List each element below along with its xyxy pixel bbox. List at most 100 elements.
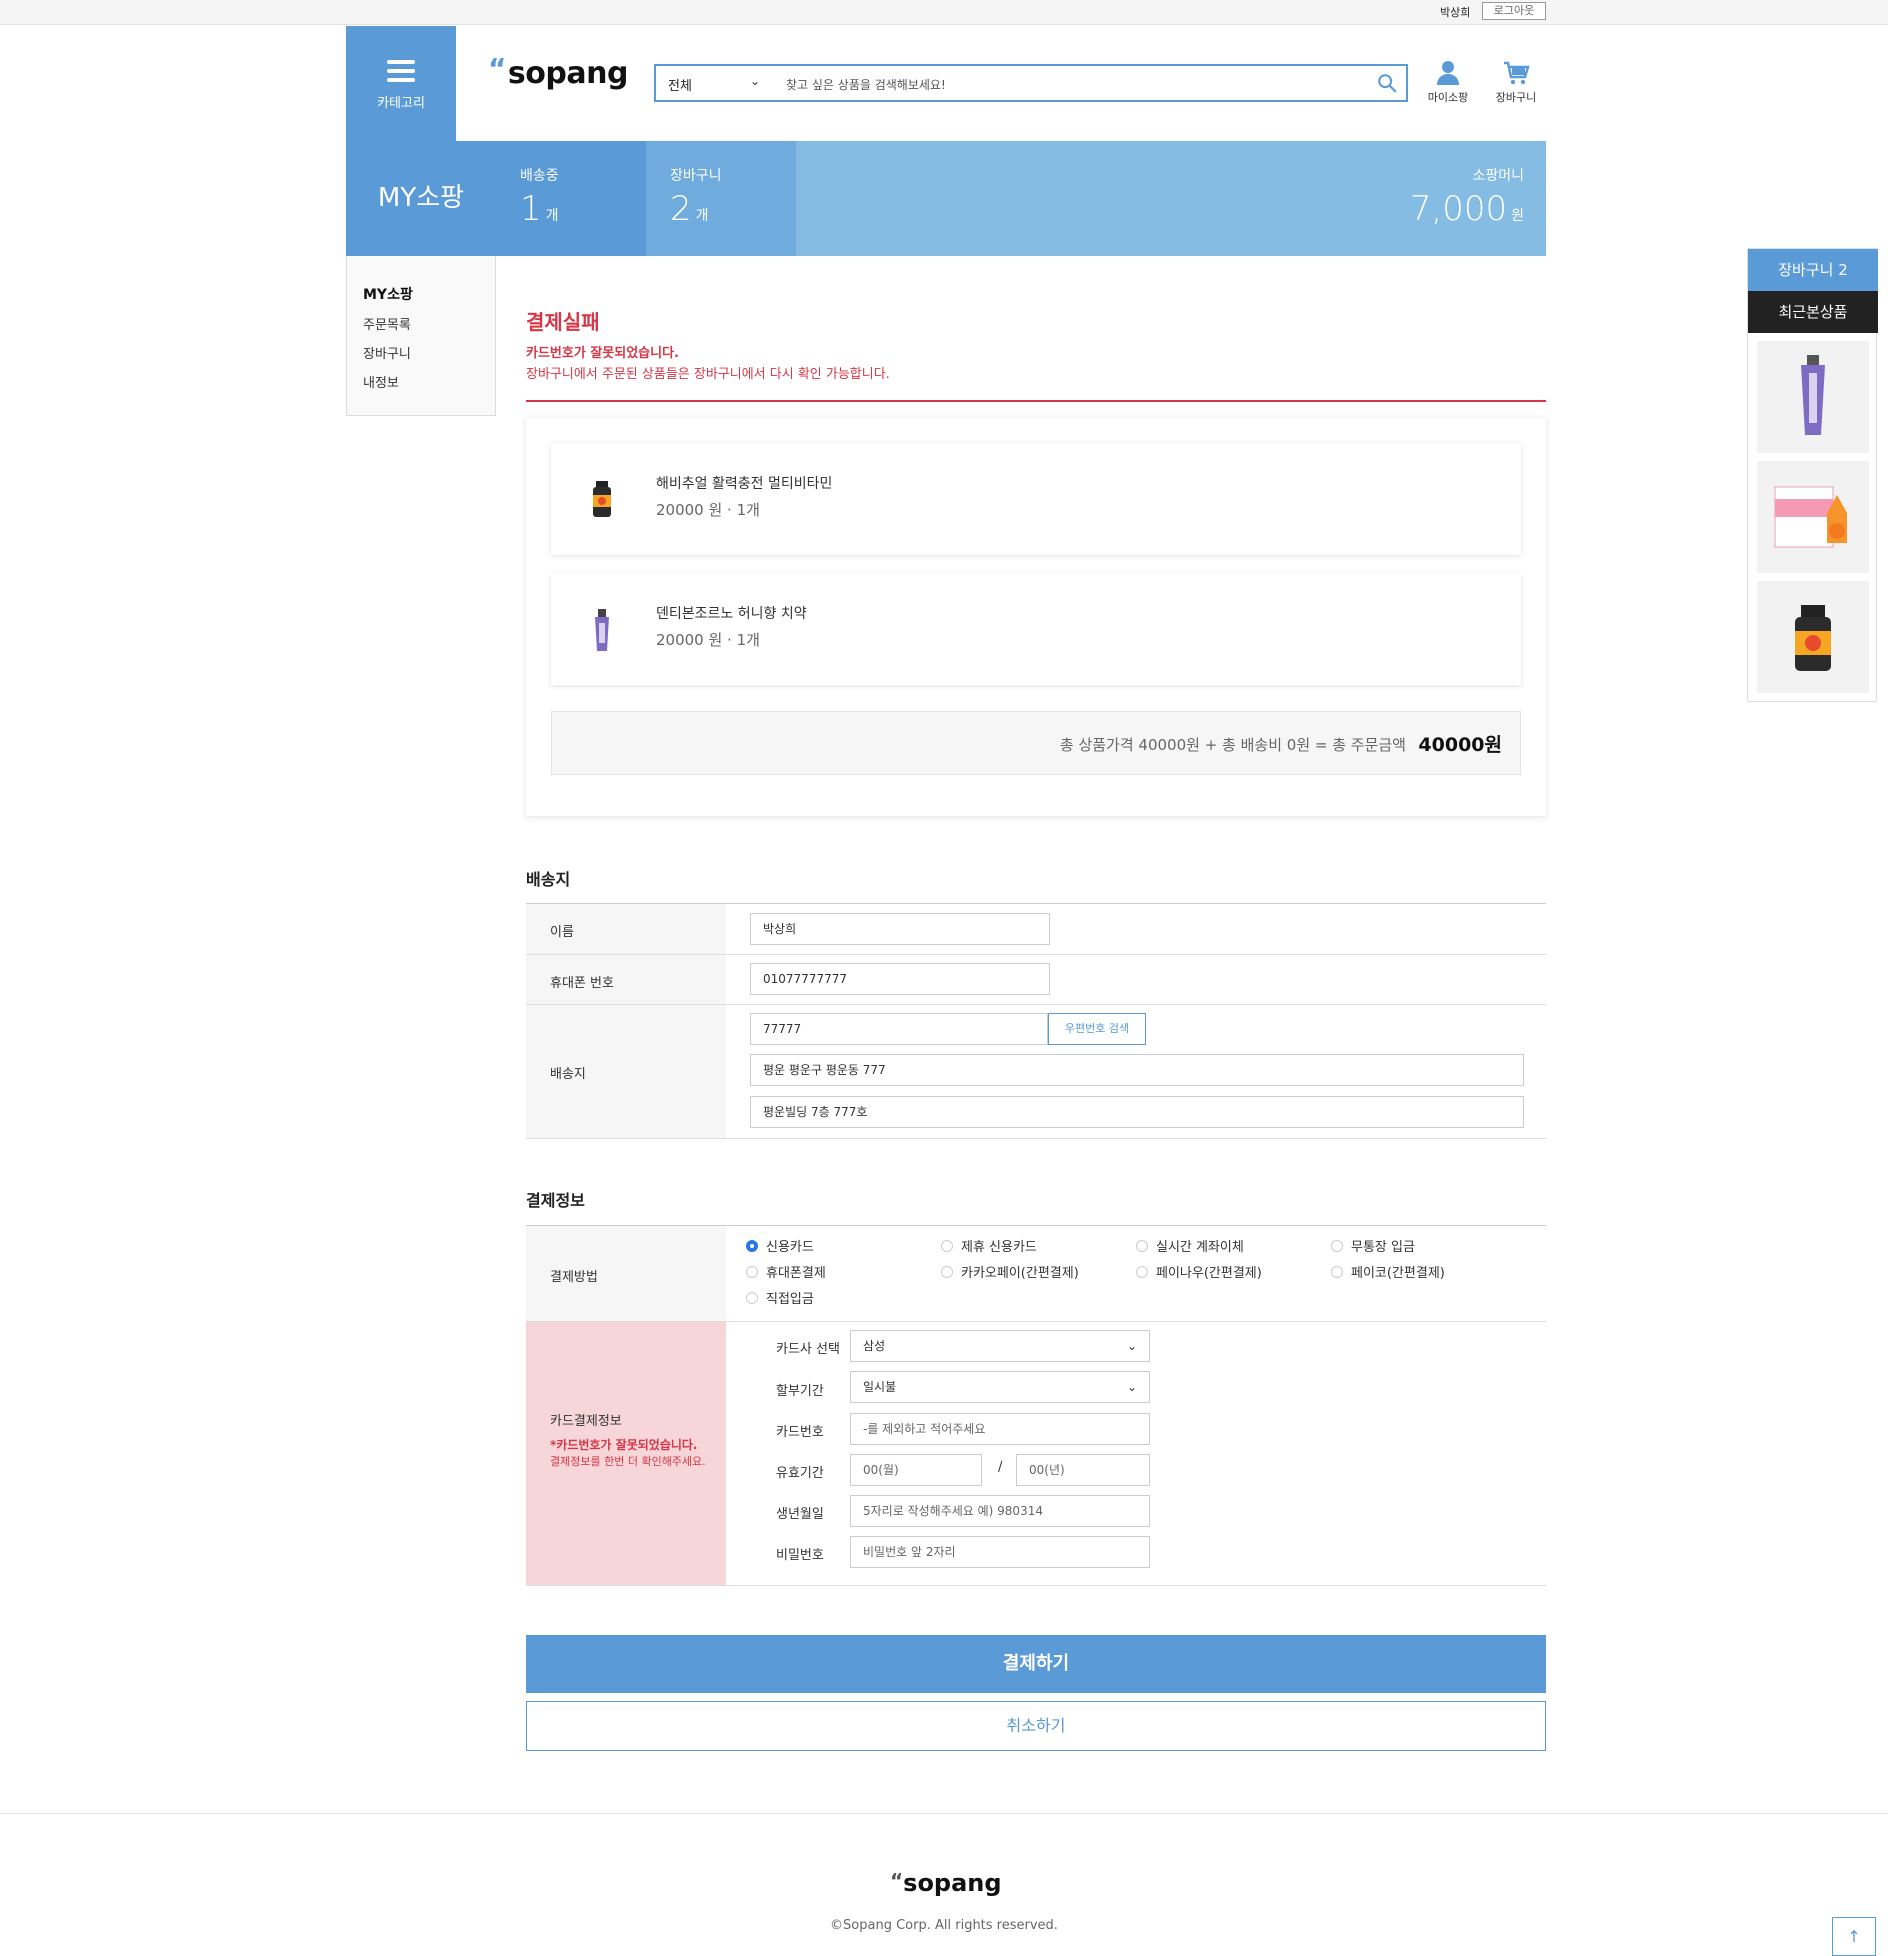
card-company-label: 카드사 선택 [776, 1342, 840, 1357]
list-item[interactable]: 덴티본조르노 허니향 치약 20000 원 · 1개 [551, 573, 1521, 685]
birth-label: 생년월일 [776, 1507, 824, 1522]
list-item[interactable]: 해비추얼 활력충전 멀티비타민 20000 원 · 1개 [551, 443, 1521, 555]
search-category-select[interactable]: 전체 [668, 75, 692, 94]
address-line2-field[interactable]: 평운빌딩 7층 777호 [750, 1096, 1524, 1128]
recent-product-thumb[interactable] [1757, 581, 1869, 693]
copyright: ©Sopang Corp. All rights reserved. [830, 1918, 1058, 1933]
cancel-button[interactable]: 취소하기 [526, 1701, 1546, 1751]
pay-button[interactable]: 결제하기 [526, 1635, 1546, 1693]
cart-summary[interactable]: 장바구니 2개 [646, 141, 796, 256]
method-realtime-transfer[interactable]: 실시간 계좌이체 [1136, 1236, 1244, 1255]
search-icon[interactable] [1376, 72, 1398, 94]
person-icon [1437, 61, 1459, 85]
payment-failure-note: 장바구니에서 주문된 상품들은 장바구니에서 다시 확인 가능합니다. [526, 367, 890, 382]
phone-row: 휴대폰 번호 01077777777 [526, 955, 1546, 1005]
installment-label: 할부기간 [776, 1384, 824, 1399]
money-summary: 소팡머니 7,000 원 [796, 141, 1546, 256]
money-value: 7,000 원 [1409, 189, 1524, 229]
sidebar-item-cart[interactable]: 장바구니 [363, 343, 495, 362]
sidebar-item-myinfo[interactable]: 내정보 [363, 372, 495, 391]
scroll-to-top-button[interactable]: ↑ [1832, 1917, 1876, 1956]
user-name: 박상희 [1440, 6, 1471, 19]
divider [526, 400, 1546, 402]
payment-section-title: 결제정보 [526, 1191, 585, 1210]
method-paynow[interactable]: 페이나우(간편결제) [1136, 1262, 1262, 1281]
my-summary-banner: MY소팡 배송중 1개 장바구니 2개 소팡머니 7,000 원 [346, 141, 1546, 256]
product-name: 덴티본조르노 허니향 치약 [656, 606, 807, 622]
logout-button[interactable]: 로그아웃 [1482, 2, 1546, 20]
method-kakaopay[interactable]: 카카오페이(간편결제) [941, 1262, 1079, 1281]
card-number-field[interactable]: -를 제외하고 적어주세요 [850, 1413, 1150, 1445]
name-row: 이름 박상희 [526, 904, 1546, 955]
cart-link[interactable]: 장바구니 [1490, 60, 1542, 105]
payment-form: 결제방법 신용카드 제휴 신용카드 실시간 계좌이체 무통장 입금 휴대폰결제 … [526, 1225, 1546, 1586]
address-line1-field[interactable]: 평운 평운구 평운동 777 [750, 1054, 1524, 1086]
name-field[interactable]: 박상희 [750, 913, 1050, 945]
order-total-breakdown: 총 상품가격 40000원 + 총 배송비 0원 = 총 주문금액 [1059, 736, 1406, 754]
shipping-section-title: 배송지 [526, 870, 571, 889]
cart-icon [1504, 61, 1530, 85]
search-input[interactable]: 찾고 싶은 상품을 검색해보세요! [786, 76, 946, 93]
product-name: 해비추얼 활력충전 멀티비타민 [656, 476, 833, 492]
recent-product-thumb[interactable] [1757, 341, 1869, 453]
zip-field[interactable]: 77777 [750, 1013, 1048, 1045]
expiry-label: 유효기간 [776, 1466, 824, 1481]
card-info-label: 카드결제정보 [550, 1414, 622, 1429]
order-summary-card: 해비추얼 활력충전 멀티비타민 20000 원 · 1개 덴티본조르노 허니향 … [526, 418, 1546, 816]
card-number-label: 카드번호 [776, 1425, 824, 1440]
name-label: 이름 [550, 925, 574, 940]
address-label: 배송지 [550, 1067, 586, 1082]
expiry-year-field[interactable]: 00(년) [1016, 1454, 1150, 1486]
payment-failure-message: 카드번호가 잘못되었습니다. [526, 346, 679, 361]
expiry-separator: / [998, 1460, 1003, 1475]
address-row: 배송지 77777 우편번호 검색 평운 평운구 평운동 777 평운빌딩 7층… [526, 1005, 1546, 1139]
installment-select[interactable]: 일시불 ⌄ [850, 1371, 1150, 1403]
card-info-row: 카드결제정보 *카드번호가 잘못되었습니다. 결제정보를 한번 더 확인해주세요… [526, 1322, 1546, 1586]
floating-cart-button[interactable]: 장바구니 2 [1748, 249, 1878, 291]
sidebar-heading: MY소팡 [363, 287, 413, 303]
hamburger-icon [387, 60, 415, 82]
shipping-label: 배송중 [520, 168, 559, 184]
mypage-label: 마이소팡 [1427, 91, 1469, 104]
expiry-month-field[interactable]: 00(월) [850, 1454, 982, 1486]
card-info-header: 카드결제정보 *카드번호가 잘못되었습니다. 결제정보를 한번 더 확인해주세요… [526, 1322, 726, 1585]
order-total-amount: 40000원 [1418, 734, 1502, 756]
payment-method-label: 결제방법 [550, 1270, 598, 1285]
sidebar-item-orders[interactable]: 주문목록 [363, 314, 495, 333]
product-image [593, 481, 611, 517]
card-company-select[interactable]: 삼성 ⌄ [850, 1330, 1150, 1362]
payment-failure-title: 결제실패 [526, 310, 600, 334]
category-label: 카테고리 [377, 96, 425, 111]
category-menu-button[interactable]: 카테고리 [346, 26, 456, 141]
chevron-down-icon: ⌄ [750, 74, 761, 88]
method-payco[interactable]: 페이코(간편결제) [1331, 1262, 1445, 1281]
phone-field[interactable]: 01077777777 [750, 963, 1050, 995]
shipping-count: 1개 [520, 189, 559, 229]
birth-field[interactable]: 5자리로 작성해주세요 예) 980314 [850, 1495, 1150, 1527]
password-label: 비밀번호 [776, 1548, 824, 1563]
floating-panel: 장바구니 2 최근본상품 [1747, 248, 1878, 702]
footer-logo[interactable]: “sopang [890, 1869, 1002, 1897]
method-phone[interactable]: 휴대폰결제 [746, 1262, 826, 1281]
password-field[interactable]: 비밀번호 앞 2자리 [850, 1536, 1150, 1568]
my-sopang-title: MY소팡 [346, 141, 496, 256]
card-error-note: 결제정보를 한번 더 확인해주세요. [550, 1455, 706, 1468]
method-bank-deposit[interactable]: 무통장 입금 [1331, 1236, 1415, 1255]
method-partner-card[interactable]: 제휴 신용카드 [941, 1236, 1037, 1255]
payment-method-row: 결제방법 신용카드 제휴 신용카드 실시간 계좌이체 무통장 입금 휴대폰결제 … [526, 1226, 1546, 1322]
footer: “sopang ©Sopang Corp. All rights reserve… [0, 1813, 1888, 1956]
recent-product-thumb[interactable] [1757, 461, 1869, 573]
method-credit-card[interactable]: 신용카드 [746, 1236, 814, 1255]
mypage-link[interactable]: 마이소팡 [1422, 60, 1474, 105]
recent-products-label: 최근본상품 [1748, 291, 1878, 333]
zip-search-button[interactable]: 우편번호 검색 [1048, 1013, 1146, 1045]
logo[interactable]: “sopang [488, 52, 628, 91]
product-price: 20000 원 · 1개 [656, 631, 760, 649]
product-image [595, 609, 609, 651]
method-direct-deposit[interactable]: 직접입금 [746, 1288, 814, 1307]
chevron-down-icon: ⌄ [1126, 1339, 1137, 1353]
shipping-summary[interactable]: 배송중 1개 [496, 141, 646, 256]
money-label: 소팡머니 [1472, 168, 1524, 184]
search-bar: 전체 ⌄ 찾고 싶은 상품을 검색해보세요! [654, 64, 1408, 102]
product-price: 20000 원 · 1개 [656, 501, 760, 519]
